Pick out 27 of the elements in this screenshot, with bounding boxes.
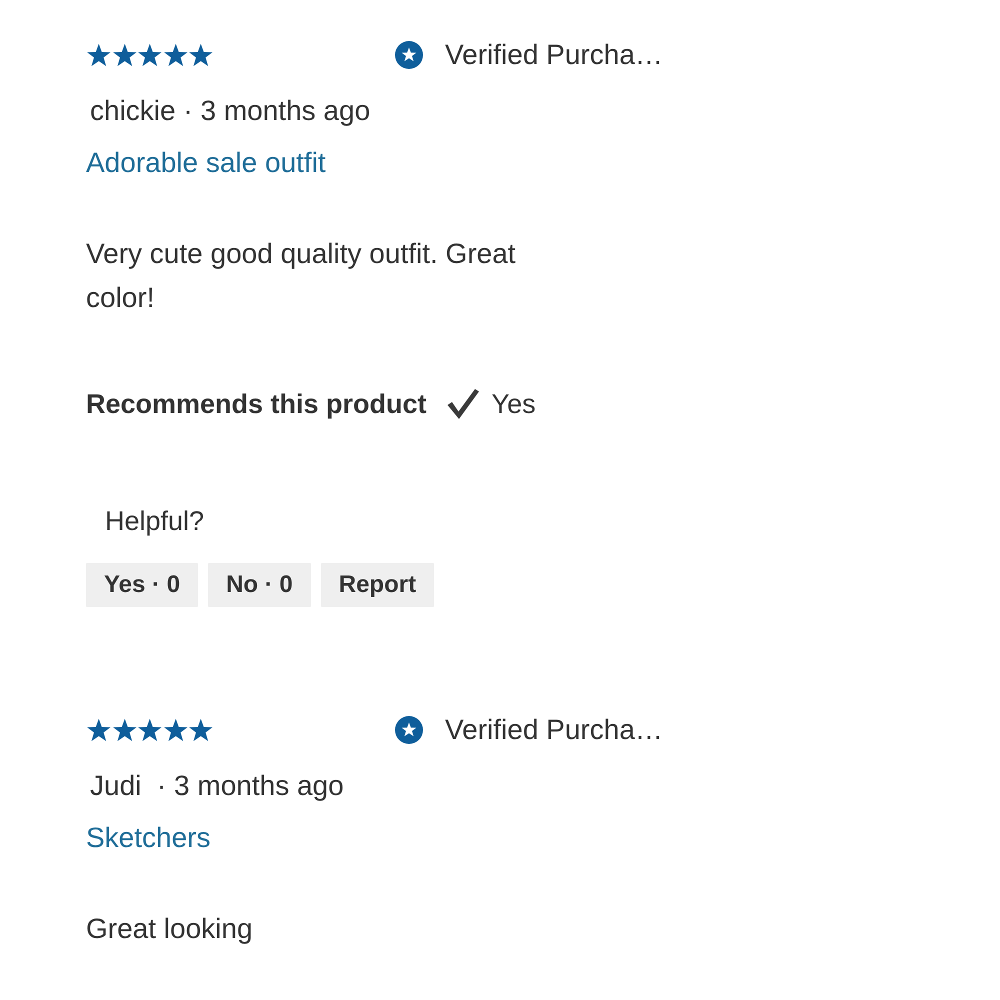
star-icon	[112, 718, 138, 742]
star-icon	[112, 42, 138, 68]
recommends-label: Recommends this product	[86, 388, 427, 421]
verified-purchase-label: Verified Purcha…	[445, 38, 663, 72]
verified-star-badge-icon	[395, 41, 423, 69]
checkmark-icon	[446, 388, 480, 420]
helpful-prompt: Helpful?	[105, 505, 204, 538]
vote-button[interactable]: No · 0	[208, 563, 311, 607]
star-icon	[86, 718, 112, 742]
star-icon	[137, 42, 163, 68]
star-icon	[188, 42, 214, 68]
recommends-answer: Yes	[492, 388, 536, 421]
review-title-link[interactable]: Adorable sale outfit	[86, 146, 326, 180]
review-body: Great looking	[86, 912, 253, 946]
star-icon	[188, 718, 214, 742]
star-icon	[162, 718, 188, 742]
review-author-date: chickie · 3 months ago	[89, 94, 370, 128]
star-icon	[86, 42, 112, 68]
review-body: Very cute good quality outfit. Great color!	[86, 237, 517, 315]
star-icon	[137, 718, 163, 742]
verified-star-badge-icon	[395, 716, 423, 744]
verified-purchase-label: Verified Purcha…	[445, 713, 663, 747]
review-title-link[interactable]: Sketchers	[86, 821, 210, 855]
report-button[interactable]: Report	[320, 563, 434, 607]
star-icon	[162, 42, 188, 68]
review-author-date: Judi · 3 months ago	[89, 769, 344, 803]
vote-button[interactable]: Yes · 0	[86, 563, 198, 607]
